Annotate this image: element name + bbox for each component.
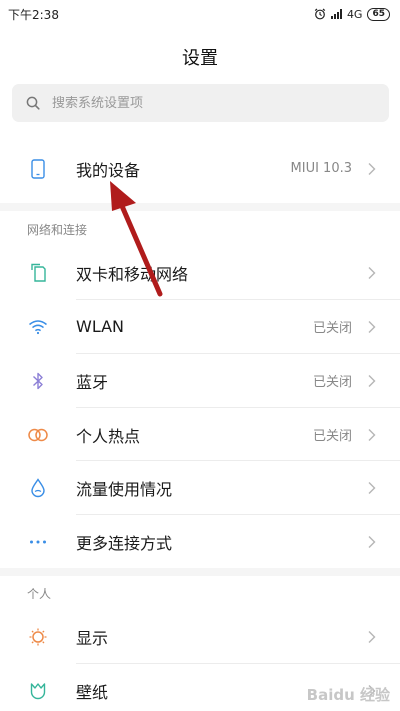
settings-item-bluetooth[interactable]: 蓝牙 已关闭: [0, 354, 400, 407]
hotspot-icon: [27, 424, 49, 446]
settings-item-label: 蓝牙: [76, 372, 109, 392]
settings-item-hotspot[interactable]: 个人热点 已关闭: [0, 408, 400, 461]
search-input[interactable]: [52, 95, 352, 111]
baidu-watermark: Baidu 经验: [306, 686, 390, 704]
chevron-right-icon: [368, 630, 376, 643]
status-bar: 下午2:38 4G 65: [0, 0, 400, 28]
section-divider: [0, 203, 400, 211]
alarm-icon: [314, 8, 326, 20]
settings-item-value: 已关闭: [312, 375, 352, 390]
more-dots-icon: [27, 531, 49, 553]
settings-item-label: 流量使用情况: [76, 479, 173, 499]
chevron-right-icon: [368, 162, 376, 175]
settings-item-label: 显示: [76, 628, 109, 648]
settings-item-label: 个人热点: [76, 426, 141, 446]
section-header-personal: 个人: [27, 587, 52, 601]
settings-item-label: 壁纸: [76, 682, 109, 702]
chevron-right-icon: [368, 374, 376, 387]
status-time: 下午2:38: [8, 7, 59, 22]
page-title: 设置: [182, 48, 218, 69]
settings-item-label: 双卡和移动网络: [76, 264, 189, 284]
settings-item-dual-sim[interactable]: 双卡和移动网络: [0, 246, 400, 299]
wifi-icon: [27, 316, 49, 338]
section-divider: [0, 568, 400, 576]
settings-item-my-device[interactable]: 我的设备 MIUI 10.3: [0, 142, 400, 195]
chevron-right-icon: [368, 481, 376, 494]
chevron-right-icon: [368, 266, 376, 279]
bluetooth-icon: [27, 370, 49, 392]
water-drop-icon: [27, 477, 49, 499]
settings-item-more-connections[interactable]: 更多连接方式: [0, 515, 400, 568]
status-icons: 4G 65: [314, 7, 390, 21]
chevron-right-icon: [368, 320, 376, 333]
settings-item-wlan[interactable]: WLAN 已关闭: [0, 300, 400, 353]
settings-item-display[interactable]: 显示: [0, 610, 400, 663]
settings-item-label: WLAN: [76, 317, 125, 336]
sun-icon: [27, 626, 49, 648]
settings-item-value: 已关闭: [312, 321, 352, 336]
search-bar[interactable]: [12, 84, 389, 122]
tulip-icon: [27, 680, 49, 702]
settings-item-value: 已关闭: [312, 429, 352, 444]
settings-item-value: MIUI 10.3: [290, 161, 352, 176]
battery-icon: 65: [367, 7, 390, 21]
section-header-network: 网络和连接: [27, 223, 88, 237]
phone-icon: [27, 158, 49, 180]
chevron-right-icon: [368, 535, 376, 548]
settings-item-label: 更多连接方式: [76, 533, 173, 553]
signal-icon: [330, 9, 342, 19]
settings-item-data-usage[interactable]: 流量使用情况: [0, 461, 400, 514]
chevron-right-icon: [368, 428, 376, 441]
settings-item-label: 我的设备: [76, 160, 141, 180]
sim-card-icon: [27, 262, 49, 284]
search-icon: [26, 96, 40, 110]
network-type: 4G: [346, 7, 363, 21]
